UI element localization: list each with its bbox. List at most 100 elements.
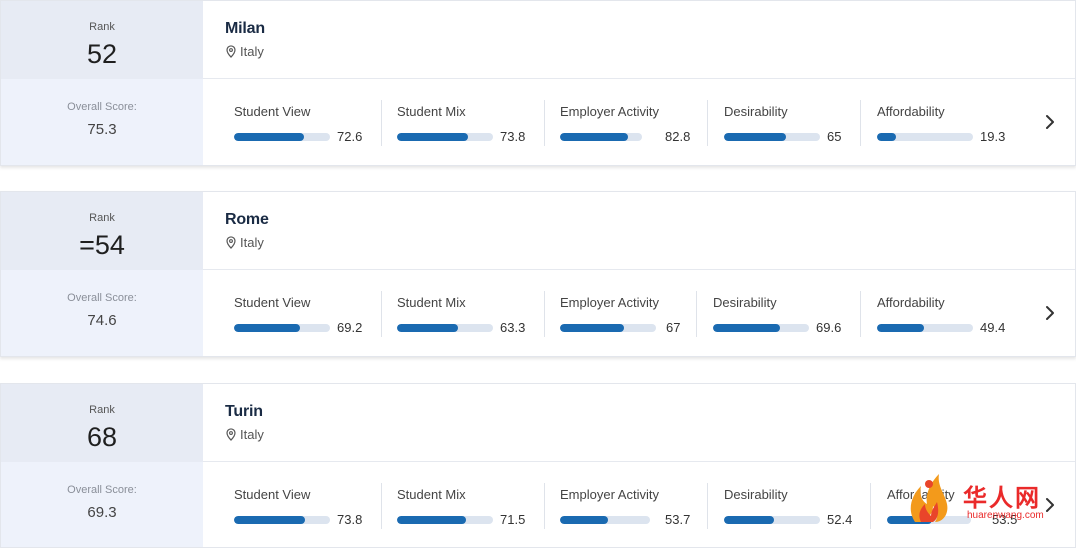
metric-value: 69.2: [337, 320, 363, 335]
rank-label: Rank: [89, 212, 115, 224]
metric-bar-fill: [724, 516, 775, 524]
overall-score-box: Overall Score: 75.3: [1, 79, 203, 165]
card-scores: Overall Score: 69.3 Student View 73.8 St…: [1, 462, 1075, 547]
metric-value: 72.6: [337, 129, 363, 144]
metric-divider: [544, 291, 545, 337]
metric-bar-track: [560, 516, 650, 524]
chevron-right-icon[interactable]: [1041, 112, 1059, 132]
metric-bar-fill: [887, 516, 932, 524]
chevron-right-icon[interactable]: [1041, 495, 1059, 515]
metric-bar-fill: [877, 133, 896, 141]
metric-label: Employer Activity: [560, 295, 659, 310]
metric-label: Student Mix: [397, 487, 466, 502]
metric-divider: [381, 100, 382, 146]
metric-bar-fill: [234, 133, 304, 141]
overall-score-box: Overall Score: 69.3: [1, 462, 203, 547]
metric-divider: [707, 483, 708, 529]
location-pin-icon: [226, 45, 236, 58]
metric-divider: [707, 100, 708, 146]
metric-bar-track: [887, 516, 971, 524]
card-header: Rank 52 Milan Italy: [1, 1, 1075, 79]
metric-bar-fill: [877, 324, 925, 332]
metric-label: Student Mix: [397, 104, 466, 119]
overall-score-box: Overall Score: 74.6: [1, 270, 203, 356]
metric-label: Student Mix: [397, 295, 466, 310]
country-name: Italy: [240, 235, 264, 250]
rank-label: Rank: [89, 404, 115, 416]
card-scores: Overall Score: 75.3 Student View 72.6 St…: [1, 79, 1075, 165]
metric-divider: [544, 100, 545, 146]
metric-value: 73.8: [500, 129, 526, 144]
city-card-turin[interactable]: Rank 68 Turin Italy Overall Score: 69.3 …: [0, 383, 1076, 548]
metric-divider: [381, 291, 382, 337]
overall-score-value: 74.6: [87, 312, 117, 329]
location-pin-icon: [226, 236, 236, 249]
metric-label: Desirability: [724, 104, 788, 119]
metric-label: Affordability: [877, 295, 945, 310]
card-header: Rank =54 Rome Italy: [1, 192, 1075, 270]
metric-label: Student View: [234, 295, 311, 310]
city-card-rome[interactable]: Rank =54 Rome Italy Overall Score: 74.6 …: [0, 191, 1076, 357]
overall-score-value: 69.3: [87, 504, 117, 521]
metric-bar-track: [397, 516, 493, 524]
metric-bar-track: [560, 133, 642, 141]
rank-value: =54: [79, 230, 125, 260]
metric-label: Affordability: [887, 487, 955, 502]
metric-label: Employer Activity: [560, 487, 659, 502]
city-name[interactable]: Milan: [225, 20, 265, 38]
overall-score-label: Overall Score:: [67, 101, 137, 113]
metric-bar-fill: [560, 324, 625, 332]
metric-divider: [544, 483, 545, 529]
rank-value: 68: [86, 422, 118, 452]
country-location: Italy: [225, 44, 264, 59]
overall-score-label: Overall Score:: [67, 484, 137, 496]
rank-label: Rank: [89, 21, 115, 33]
chevron-right-icon[interactable]: [1041, 303, 1059, 323]
metric-bar-fill: [724, 133, 787, 141]
metric-value: 71.5: [500, 512, 526, 527]
metric-value: 49.4: [980, 320, 1006, 335]
overall-score-label: Overall Score:: [67, 292, 137, 304]
card-scores: Overall Score: 74.6 Student View 69.2 St…: [1, 270, 1075, 356]
metric-value: 52.4: [827, 512, 853, 527]
country-location: Italy: [225, 235, 264, 250]
metric-bar-track: [877, 133, 973, 141]
metric-bar-fill: [560, 516, 609, 524]
city-name[interactable]: Rome: [225, 211, 269, 229]
metric-divider: [870, 483, 871, 529]
metric-bar-track: [877, 324, 973, 332]
metric-bar-fill: [560, 133, 628, 141]
metric-bar-track: [234, 324, 330, 332]
rank-value: 52: [86, 39, 118, 69]
metric-bar-track: [234, 133, 330, 141]
metric-label: Student View: [234, 104, 311, 119]
metric-value: 65: [827, 129, 842, 144]
metric-bar-fill: [397, 516, 466, 524]
metric-bar-track: [713, 324, 809, 332]
rank-box: Rank =54: [1, 192, 203, 270]
metric-value: 19.3: [980, 129, 1006, 144]
location-pin-icon: [226, 428, 236, 441]
metric-bar-fill: [234, 324, 301, 332]
metric-bar-track: [560, 324, 656, 332]
country-name: Italy: [240, 427, 264, 442]
metric-bar-track: [397, 133, 493, 141]
metric-divider: [860, 100, 861, 146]
metric-value: 53.5: [992, 512, 1018, 527]
metric-bar-track: [724, 133, 820, 141]
card-header: Rank 68 Turin Italy: [1, 384, 1075, 462]
metric-bar-fill: [713, 324, 780, 332]
city-name[interactable]: Turin: [225, 403, 263, 421]
city-card-milan[interactable]: Rank 52 Milan Italy Overall Score: 75.3 …: [0, 0, 1076, 166]
metric-value: 69.6: [816, 320, 842, 335]
country-location: Italy: [225, 427, 264, 442]
metric-bar-fill: [234, 516, 305, 524]
metric-value: 67: [666, 320, 681, 335]
metric-divider: [860, 291, 861, 337]
metric-value: 82.8: [665, 129, 691, 144]
metric-bar-fill: [397, 133, 468, 141]
metric-bar-track: [724, 516, 820, 524]
metric-bar-track: [397, 324, 493, 332]
overall-score-value: 75.3: [87, 121, 117, 138]
metric-value: 63.3: [500, 320, 526, 335]
